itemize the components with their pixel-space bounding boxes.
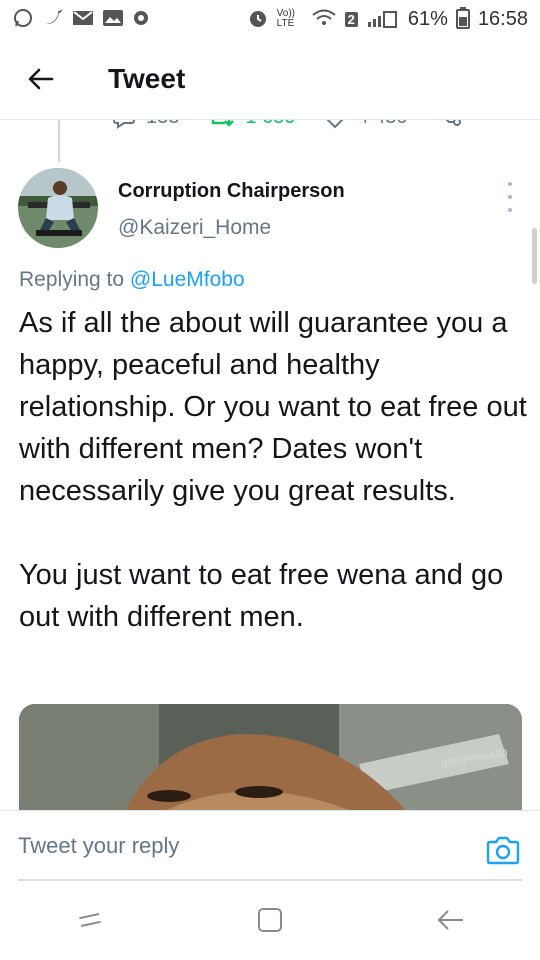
user-photo-icon <box>18 168 98 248</box>
alarm-icon <box>247 7 269 32</box>
volte-indicator: Vo)) LTE <box>276 8 296 29</box>
avatar[interactable] <box>18 168 98 248</box>
reply-count: 133 <box>146 120 179 129</box>
wifi-badge: 2 <box>344 11 358 27</box>
tweet-media[interactable]: googleme420 <box>19 704 522 810</box>
retweet-count: 1 630 <box>245 120 295 129</box>
battery-percent: 61% <box>407 7 448 30</box>
reply-input[interactable]: Tweet your reply <box>18 833 179 859</box>
reply-bar: Tweet your reply <box>0 810 540 881</box>
retweet-icon <box>212 120 235 127</box>
author-name[interactable]: Corruption Chairperson <box>118 180 345 203</box>
home-icon <box>258 908 282 932</box>
signal-icon <box>366 8 400 31</box>
app-bar: Tweet <box>0 38 540 120</box>
author-handle[interactable]: @Kaizeri_Home <box>118 216 271 240</box>
recents-icon <box>79 913 101 927</box>
twitter-icon <box>42 8 64 31</box>
share-action[interactable] <box>436 120 462 129</box>
gmail-icon <box>72 9 94 30</box>
like-action[interactable]: 4 430 <box>323 120 408 129</box>
battery-icon <box>455 6 470 32</box>
tweet-text: As if all the about will guarantee you a… <box>19 307 527 633</box>
clock: 16:58 <box>477 7 528 30</box>
dot <box>508 195 512 199</box>
whatsapp-icon <box>12 7 34 32</box>
home-button[interactable] <box>240 890 300 950</box>
gallery-icon <box>102 9 124 30</box>
reply-icon <box>113 120 135 129</box>
back-nav-button[interactable] <box>420 890 480 950</box>
share-icon <box>445 120 461 126</box>
page-title: Tweet <box>108 62 186 94</box>
camera-icon <box>486 836 520 865</box>
dot <box>508 208 512 212</box>
back-icon <box>437 910 463 930</box>
circle-icon <box>132 9 150 30</box>
retweet-action[interactable]: 1 630 <box>207 120 295 129</box>
reply-action[interactable]: 133 <box>112 120 179 129</box>
wifi-icon <box>311 8 337 31</box>
mention-link[interactable]: @LueMfobo <box>130 268 245 291</box>
thread-line <box>58 120 60 162</box>
status-bar-left <box>12 7 150 32</box>
heart-icon <box>327 120 344 128</box>
system-nav-bar <box>0 880 540 960</box>
replying-prefix: Replying to <box>19 268 130 291</box>
recents-button[interactable] <box>60 890 120 950</box>
status-bar: Vo)) LTE 2 61% 16:58 <box>0 0 540 38</box>
status-bar-right: Vo)) LTE 2 61% 16:58 <box>247 6 528 32</box>
previous-tweet-actions: 133 1 630 4 430 <box>112 120 462 129</box>
more-options-button[interactable] <box>500 182 520 212</box>
replying-to: Replying to @LueMfobo <box>19 268 245 292</box>
back-button[interactable] <box>13 51 69 107</box>
tweet-detail: 133 1 630 4 430 Corruption Chairperson @ <box>0 120 540 810</box>
scrollbar[interactable] <box>532 228 537 284</box>
camera-button[interactable] <box>486 833 520 867</box>
dot <box>508 182 512 186</box>
arrow-left-icon <box>28 68 54 89</box>
like-count: 4 430 <box>357 120 407 129</box>
